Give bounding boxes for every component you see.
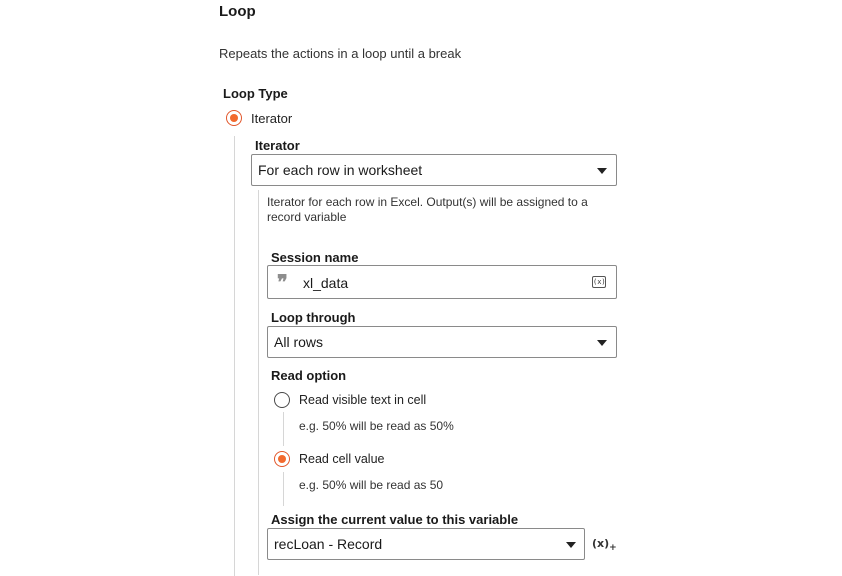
iterator-label: Iterator — [255, 138, 300, 153]
loop-through-select[interactable]: All rows — [267, 326, 617, 358]
variable-icon[interactable]: (x) — [592, 276, 606, 288]
loop-through-label: Loop through — [271, 310, 356, 325]
read-cell-value-label: Read cell value — [299, 452, 385, 466]
add-variable-plus: + — [609, 543, 617, 554]
iterator-select-value: For each row in worksheet — [258, 162, 423, 178]
read-option-guide-line-2 — [283, 472, 284, 506]
loop-type-label: Loop Type — [223, 86, 288, 101]
assign-variable-select-value: recLoan - Record — [274, 536, 383, 552]
chevron-down-icon — [566, 542, 576, 548]
section-description: Repeats the actions in a loop until a br… — [219, 46, 462, 61]
iterator-help-text: Iterator for each row in Excel. Output(s… — [267, 195, 588, 224]
chevron-down-icon — [597, 340, 607, 346]
read-cell-value-radio[interactable] — [274, 451, 290, 467]
read-cell-value-example: e.g. 50% will be read as 50 — [299, 478, 444, 492]
read-option-guide-line-1 — [283, 412, 284, 446]
quote-icon: ❞ — [277, 270, 288, 294]
loop-through-select-value: All rows — [274, 334, 324, 350]
session-name-input[interactable]: ❞ xl_data (x) — [267, 265, 617, 299]
loop-type-guide-line — [234, 136, 235, 576]
loop-type-iterator-radio[interactable] — [226, 110, 242, 126]
add-variable-icon[interactable]: (x)+ — [592, 537, 617, 553]
read-visible-text-radio[interactable] — [274, 392, 290, 408]
assign-variable-label: Assign the current value to this variabl… — [271, 512, 519, 527]
chevron-down-icon — [597, 168, 607, 174]
read-option-label: Read option — [271, 368, 347, 383]
add-variable-icon-text: (x) — [592, 537, 610, 550]
iterator-select[interactable]: For each row in worksheet — [251, 154, 617, 186]
assign-variable-select[interactable]: recLoan - Record — [267, 528, 585, 560]
session-name-value: xl_data — [303, 275, 349, 291]
read-visible-text-label: Read visible text in cell — [299, 393, 427, 407]
section-title: Loop — [219, 3, 256, 20]
loop-type-iterator-label: Iterator — [251, 111, 293, 126]
session-name-label: Session name — [271, 250, 359, 265]
iterator-guide-line — [258, 190, 259, 575]
read-visible-text-example: e.g. 50% will be read as 50% — [299, 419, 454, 433]
